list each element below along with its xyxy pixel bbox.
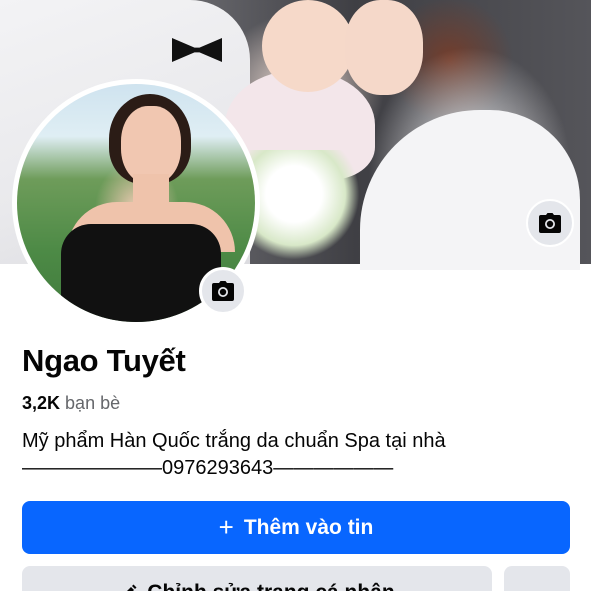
cover-bride-face <box>345 0 423 95</box>
profile-bio: Mỹ phẩm Hàn Quốc trắng da chuẩn Spa tại … <box>22 428 582 482</box>
plus-icon: + <box>218 512 234 542</box>
bio-line-1: Mỹ phẩm Hàn Quốc trắng da chuẩn Spa tại … <box>22 430 446 452</box>
edit-profile-button[interactable]: Chỉnh sửa trang cá nhân <box>22 566 492 591</box>
avatar-dress <box>61 224 221 322</box>
avatar-face <box>121 106 181 184</box>
add-to-story-label: Thêm vào tin <box>243 515 374 539</box>
edit-cover-photo-button[interactable] <box>526 199 574 247</box>
camera-icon <box>212 281 234 301</box>
more-options-icon: ··· <box>526 580 548 591</box>
friends-count[interactable]: 3,2K bạn bè <box>22 393 120 414</box>
friends-count-label: bạn bè <box>65 393 121 413</box>
edit-profile-picture-button[interactable] <box>199 267 247 315</box>
cover-baby-face <box>262 0 354 92</box>
edit-profile-label: Chỉnh sửa trang cá nhân <box>147 581 394 591</box>
add-to-story-button[interactable]: + Thêm vào tin <box>22 501 570 554</box>
pencil-icon <box>126 584 137 591</box>
camera-icon <box>539 213 561 233</box>
bio-line-2: ———————0976293643—————— <box>22 457 394 479</box>
profile-name: Ngao Tuyết <box>22 343 186 378</box>
more-options-button[interactable]: ··· <box>504 566 570 591</box>
cover-bouquet <box>250 150 360 260</box>
friends-count-value: 3,2K <box>22 393 61 413</box>
